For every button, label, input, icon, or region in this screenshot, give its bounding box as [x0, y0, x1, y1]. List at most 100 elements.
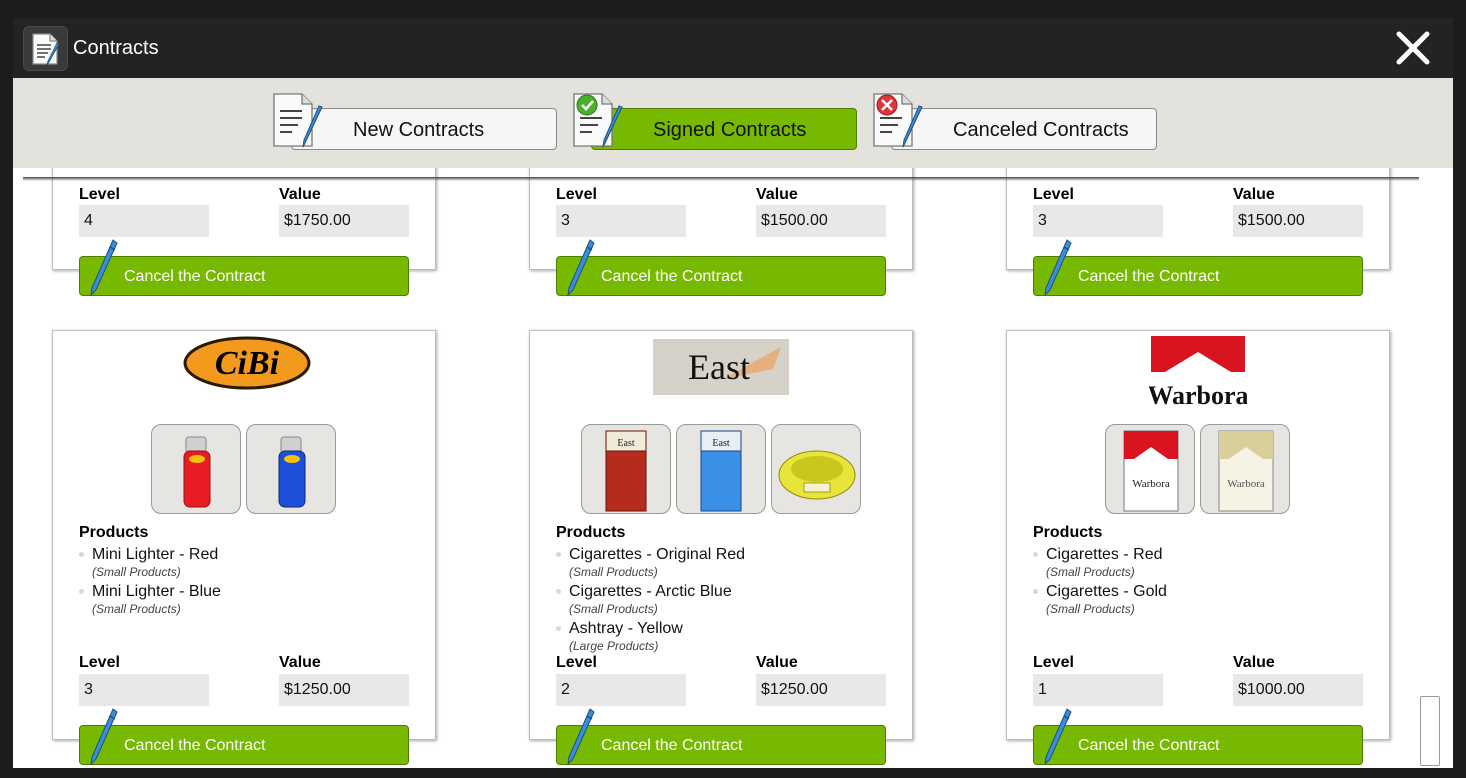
value-field: $1500.00: [756, 205, 886, 237]
close-icon: [1396, 31, 1430, 65]
product-category: (Small Products): [1046, 602, 1135, 616]
product-list: Mini Lighter - Red (Small Products) Mini …: [79, 545, 221, 619]
product-list: Cigarettes - Original Red (Small Products…: [556, 545, 745, 656]
contract-card-warbora: Warbora Warbora Warbora Products Cigaret…: [1006, 330, 1390, 766]
list-item: Cigarettes - Gold (Small Products): [1033, 582, 1167, 619]
brand-name: CiBi: [215, 345, 280, 382]
product-name: Mini Lighter - Blue: [92, 583, 221, 600]
cancel-contract-button[interactable]: Cancel the Contract: [79, 708, 409, 766]
level-label: Level: [556, 654, 597, 671]
products-heading: Products: [1033, 524, 1103, 541]
product-image-gold-cigarettes: Warbora: [1200, 424, 1290, 514]
level-label: Level: [79, 186, 120, 203]
product-image-blue-cigarettes: East: [676, 424, 766, 514]
product-image-yellow-ashtray: [771, 424, 861, 514]
product-name: Cigarettes - Red: [1046, 546, 1163, 563]
level-field: 3: [556, 205, 686, 237]
cancel-label: Cancel the Contract: [1078, 268, 1220, 285]
list-item: Cigarettes - Original Red (Small Products…: [556, 545, 745, 582]
cancel-contract-button[interactable]: Cancel the Contract: [1033, 708, 1363, 766]
close-button[interactable]: [1393, 30, 1433, 66]
product-category: (Small Products): [1046, 565, 1135, 579]
value-label: Value: [279, 186, 321, 203]
east-logo: East: [653, 339, 789, 400]
contract-pen-icon: [272, 91, 326, 154]
value-label: Value: [279, 654, 321, 671]
cancel-label: Cancel the Contract: [601, 737, 743, 754]
tab-bar: New Contracts Signed Contracts Canceled …: [13, 78, 1453, 168]
pen-icon: [563, 238, 595, 301]
svg-text:East: East: [617, 438, 634, 449]
cancel-label: Cancel the Contract: [124, 268, 266, 285]
pen-icon: [86, 238, 118, 301]
product-category: (Small Products): [569, 602, 658, 616]
product-name: Cigarettes - Arctic Blue: [569, 583, 732, 600]
product-name: Cigarettes - Gold: [1046, 583, 1167, 600]
title-bar: Contracts: [13, 18, 1453, 78]
tab-label: New Contracts: [353, 119, 485, 141]
pen-icon: [86, 707, 118, 768]
tab-canceled-contracts[interactable]: Canceled Contracts: [873, 93, 1157, 150]
scroll-shadow: [23, 177, 1419, 181]
cancel-contract-button[interactable]: Cancel the Contract: [79, 239, 409, 297]
svg-text:East: East: [712, 438, 729, 449]
product-category: (Large Products): [569, 639, 659, 653]
brand-name: Warbora: [1149, 381, 1247, 410]
product-image-red-cigarettes: Warbora: [1105, 424, 1195, 514]
value-label: Value: [1233, 186, 1275, 203]
cancel-contract-button[interactable]: Cancel the Contract: [1033, 239, 1363, 297]
contract-card: Level Value 3 $1500.00 Cancel the Contra…: [529, 168, 913, 297]
pen-icon: [1040, 238, 1072, 301]
level-label: Level: [79, 654, 120, 671]
product-image-red-cigarettes: East: [581, 424, 671, 514]
value-field: $1250.00: [279, 674, 409, 706]
tab-signed-contracts[interactable]: Signed Contracts: [573, 93, 857, 150]
product-category: (Small Products): [569, 565, 658, 579]
value-label: Value: [756, 186, 798, 203]
contract-x-icon: [872, 91, 926, 154]
list-item: Ashtray - Yellow (Large Products): [556, 619, 745, 656]
cancel-label: Cancel the Contract: [601, 268, 743, 285]
contracts-app-icon: [23, 26, 68, 71]
value-field: $1250.00: [756, 674, 886, 706]
value-field: $1750.00: [279, 205, 409, 237]
cancel-contract-button[interactable]: Cancel the Contract: [556, 239, 886, 297]
pen-icon: [1040, 707, 1072, 768]
window-title: Contracts: [73, 37, 159, 59]
tab-new-contracts[interactable]: New Contracts: [273, 93, 557, 150]
product-name: Cigarettes - Original Red: [569, 546, 746, 563]
value-field: $1500.00: [1233, 205, 1363, 237]
value-label: Value: [756, 654, 798, 671]
scrollbar-thumb[interactable]: [1420, 696, 1440, 766]
product-image-blue-lighter: [246, 424, 336, 514]
contract-card-cibi: CiBi Products Mini Lighter - Red(Small P…: [52, 330, 436, 766]
cancel-contract-button[interactable]: Cancel the Contract: [556, 708, 886, 766]
svg-text:Warbora: Warbora: [1227, 478, 1265, 490]
level-field: 2: [556, 674, 686, 706]
level-field: 1: [1033, 674, 1163, 706]
list-item: Mini Lighter - Red (Small Products): [79, 545, 221, 582]
cancel-label: Cancel the Contract: [1078, 737, 1220, 754]
svg-text:Warbora: Warbora: [1132, 478, 1170, 490]
product-image-red-lighter: [151, 424, 241, 514]
product-name: Ashtray - Yellow: [569, 620, 683, 637]
product-list: Cigarettes - Red (Small Products) Cigaret…: [1033, 545, 1167, 619]
contracts-list[interactable]: Level Value 4 $1750.00 Cancel the Contra…: [13, 168, 1453, 768]
brand-name: East: [688, 347, 750, 387]
level-field: 4: [79, 205, 209, 237]
contract-check-icon: [572, 91, 626, 154]
product-name: Mini Lighter - Red: [92, 546, 219, 563]
contract-card: Level Value 4 $1750.00 Cancel the Contra…: [52, 168, 436, 297]
level-label: Level: [556, 186, 597, 203]
product-category: (Small Products): [92, 602, 181, 616]
list-item: Mini Lighter - Blue (Small Products): [79, 582, 221, 619]
tab-label: Signed Contracts: [653, 119, 807, 141]
contracts-window: Contracts New Contracts Signed Contracts…: [13, 18, 1453, 768]
list-item: Cigarettes - Red (Small Products): [1033, 545, 1167, 582]
level-label: Level: [1033, 654, 1074, 671]
products-heading: Products: [556, 524, 626, 541]
level-field: 3: [1033, 205, 1163, 237]
tab-label: Canceled Contracts: [953, 119, 1129, 141]
products-heading: Products: [79, 524, 149, 541]
value-field: $1000.00: [1233, 674, 1363, 706]
